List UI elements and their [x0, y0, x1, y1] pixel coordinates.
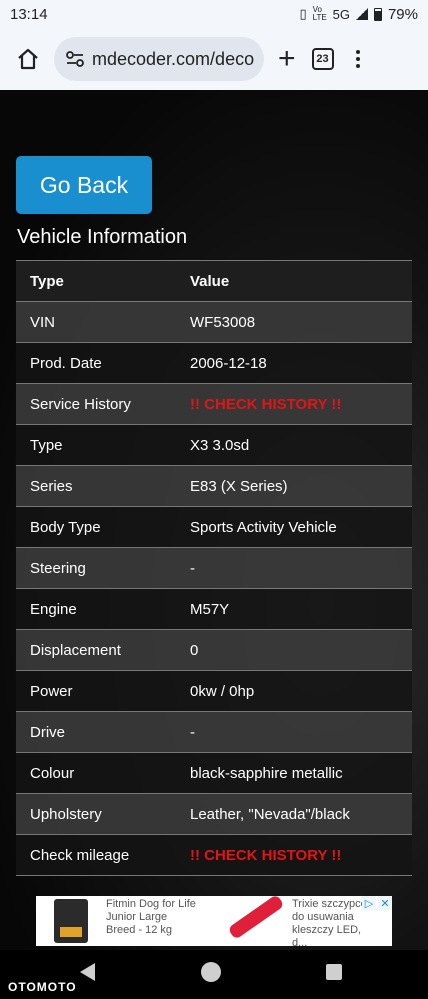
row-label: Drive: [16, 711, 176, 753]
row-label: Steering: [16, 547, 176, 589]
table-row: Body Type Sports Activity Vehicle: [16, 506, 412, 548]
browser-toolbar: mdecoder.com/deco + 23: [0, 28, 428, 90]
row-value: X3 3.0sd: [176, 424, 412, 466]
table-row: Displacement 0: [16, 629, 412, 671]
recents-icon[interactable]: [326, 964, 342, 980]
vehicle-info-table: Type Value VIN WF53008 Prod. Date 2006-12-…: [16, 260, 412, 876]
table-row: Engine M57Y: [16, 588, 412, 630]
row-value: 0: [176, 629, 412, 671]
network-label: 5G: [332, 6, 350, 22]
row-value: -: [176, 711, 412, 753]
row-label: Service History: [16, 383, 176, 425]
row-value: -: [176, 547, 412, 589]
ad-banner[interactable]: Fitmin Dog for Life Junior Large Breed -…: [36, 894, 392, 949]
table-row: Drive -: [16, 711, 412, 753]
status-time: 13:14: [10, 5, 48, 23]
row-label: Type: [16, 424, 176, 466]
table-row: Power 0kw / 0hp: [16, 670, 412, 712]
table-row: Service History!! CHECK HISTORY !!: [16, 383, 412, 425]
battery-percent: 79%: [387, 5, 418, 23]
section-title: Vehicle Information: [17, 226, 188, 248]
ad-info-icon[interactable]: ▷: [362, 896, 376, 910]
site-settings-icon[interactable]: [66, 51, 84, 67]
ad-close-icon[interactable]: ✕: [378, 896, 392, 910]
header-value: Value: [176, 260, 412, 302]
battery-icon: [373, 7, 382, 21]
table-row: VIN WF53008: [16, 301, 412, 343]
signal-icon: [355, 8, 368, 20]
row-label: Check mileage: [16, 834, 176, 876]
table-row: Colour black-sapphire metallic: [16, 752, 412, 794]
home-icon: [18, 48, 38, 70]
row-value: Leather, "Nevada"/black: [176, 793, 412, 835]
table-row: Type X3 3.0sd: [16, 424, 412, 466]
vibrate-icon: ▯: [299, 6, 307, 21]
row-value: 2006-12-18: [176, 342, 412, 384]
row-label: Engine: [16, 588, 176, 630]
ad-text-1[interactable]: Fitmin Dog for Life Junior Large Breed -…: [106, 896, 196, 946]
page-content: Go Back Vehicle Information Type Value V…: [0, 90, 428, 950]
ad-product-image-2[interactable]: [196, 894, 292, 946]
status-bar: 13:14 ▯ Vo LTE 5G 79%: [0, 0, 428, 28]
row-label: Series: [16, 465, 176, 507]
row-label: Body Type: [16, 506, 176, 548]
row-label: Displacement: [16, 629, 176, 671]
status-icons: ▯ Vo LTE 5G 79%: [299, 6, 418, 23]
table-header-row: Type Value: [16, 260, 412, 302]
table-row: Upholstery Leather, "Nevada"/black: [16, 793, 412, 835]
row-label: Power: [16, 670, 176, 712]
row-value: E83 (X Series): [176, 465, 412, 507]
ad-controls: ▷ ✕: [362, 896, 392, 910]
row-value-warning[interactable]: !! CHECK HISTORY !!: [176, 383, 412, 425]
table-row: Prod. Date 2006-12-18: [16, 342, 412, 384]
volte-icon: Vo LTE: [312, 5, 327, 22]
go-back-button[interactable]: Go Back: [16, 156, 152, 214]
row-value: Sports Activity Vehicle: [176, 506, 412, 548]
row-value: M57Y: [176, 588, 412, 630]
overflow-menu-icon[interactable]: [355, 50, 360, 68]
row-label: Colour: [16, 752, 176, 794]
row-label: Upholstery: [16, 793, 176, 835]
row-label: VIN: [16, 301, 176, 343]
home-circle-icon[interactable]: [201, 962, 221, 982]
table-row: Steering -: [16, 547, 412, 589]
row-value: WF53008: [176, 301, 412, 343]
ad-product-image[interactable]: [36, 896, 106, 946]
row-value: black-sapphire metallic: [176, 752, 412, 794]
address-bar[interactable]: mdecoder.com/deco: [54, 37, 264, 81]
table-row: Series E83 (X Series): [16, 465, 412, 507]
header-type: Type: [16, 260, 176, 302]
row-value: 0kw / 0hp: [176, 670, 412, 712]
new-tab-button[interactable]: +: [278, 42, 296, 76]
back-icon[interactable]: [80, 963, 95, 981]
table-row: Check mileage!! CHECK HISTORY !!: [16, 834, 412, 876]
row-value-warning[interactable]: !! CHECK HISTORY !!: [176, 834, 412, 876]
row-label: Prod. Date: [16, 342, 176, 384]
home-button[interactable]: [10, 41, 46, 77]
watermark-logo: OTOMOTO: [8, 980, 77, 994]
tab-switcher-button[interactable]: 23: [311, 48, 334, 70]
url-text: mdecoder.com/deco: [92, 48, 255, 69]
